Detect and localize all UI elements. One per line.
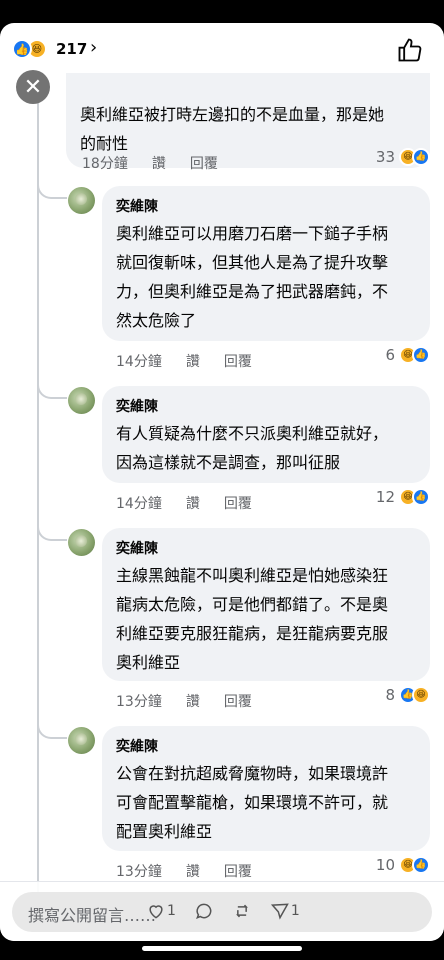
comment-input[interactable]: 撰寫公開留言…… 1 1 <box>12 892 432 932</box>
comments-screen: 👍 😆 217 › ✕ 奧利維亞被打時左邊扣的不是血量，那是她 的耐性 18分鐘… <box>0 23 444 941</box>
reaction-number: 10 <box>375 856 395 874</box>
send-icon[interactable]: 1 <box>270 901 300 921</box>
reply-connector <box>37 375 67 399</box>
reply-reaction-count[interactable]: 8 👍 😆 <box>385 686 430 704</box>
reaction-number: 12 <box>375 488 395 506</box>
reply-text: 主線黑蝕龍不叫奧利維亞是怕她感染狂 龍病太危險，可是他們都錯了。不是奧 利維亞要… <box>116 566 389 672</box>
reply-button[interactable]: 回覆 <box>190 153 218 173</box>
like-icon: 👍 <box>412 346 430 364</box>
reply-button[interactable]: 回覆 <box>224 861 252 881</box>
avatar[interactable] <box>68 727 95 754</box>
reply-connector <box>37 715 67 739</box>
comment-composer: 撰寫公開留言…… 1 1 <box>0 881 444 941</box>
like-button[interactable]: 讚 <box>152 153 166 173</box>
thumbs-up-icon[interactable] <box>396 36 424 64</box>
author-name[interactable]: 奕維陳 <box>116 538 158 558</box>
reply-actions: 13分鐘 讚 回覆 <box>116 691 252 711</box>
comment-time: 18分鐘 <box>82 156 128 172</box>
chevron-right-icon[interactable]: › <box>90 37 97 58</box>
author-name[interactable]: 奕維陳 <box>116 396 158 416</box>
reply-text: 公會在對抗超威脅魔物時，如果環境許 可會配置擊龍槍，如果環境不許可，就 配置奧利… <box>116 764 389 841</box>
reply-bubble[interactable]: 奕維陳 公會在對抗超威脅魔物時，如果環境許 可會配置擊龍槍，如果環境不許可，就 … <box>102 726 430 851</box>
close-icon[interactable]: ✕ <box>16 70 50 104</box>
reply-button[interactable]: 回覆 <box>224 493 252 513</box>
reply-time: 14分鐘 <box>116 354 162 370</box>
like-button[interactable]: 讚 <box>186 691 200 711</box>
reply-button[interactable]: 回覆 <box>224 351 252 371</box>
reply-time: 14分鐘 <box>116 496 162 512</box>
thread-line <box>37 103 39 903</box>
repost-icon[interactable] <box>232 901 252 921</box>
reaction-number: 8 <box>385 686 395 704</box>
reaction-icons[interactable]: 👍 😆 <box>12 39 47 59</box>
heart-icon[interactable]: 1 <box>146 901 176 921</box>
comment-text: 奧利維亞被打時左邊扣的不是血量，那是她 的耐性 <box>80 105 385 153</box>
reaction-count[interactable]: 217 <box>56 40 87 58</box>
reactions-header: 👍 😆 217 › <box>0 23 444 73</box>
composer-toolbar: 1 1 <box>146 901 300 921</box>
reaction-number: 6 <box>385 346 395 364</box>
comment-placeholder: 撰寫公開留言…… <box>28 906 157 925</box>
avatar[interactable] <box>68 187 95 214</box>
comment-icon[interactable] <box>194 901 214 921</box>
reply-actions: 13分鐘 讚 回覆 <box>116 861 252 881</box>
like-button[interactable]: 讚 <box>186 351 200 371</box>
reply-time: 13分鐘 <box>116 694 162 710</box>
reply-text: 奧利維亞可以用磨刀石磨一下鎚子手柄 就回復斬味，但其他人是為了提升攻擊 力，但奧… <box>116 224 389 330</box>
like-button[interactable]: 讚 <box>186 493 200 513</box>
avatar[interactable] <box>68 387 95 414</box>
like-button[interactable]: 讚 <box>186 861 200 881</box>
reply-text: 有人質疑為什麼不只派奧利維亞就好， 因為這樣就不是調查，那叫征服 <box>116 424 389 472</box>
comment-actions: 18分鐘 讚 回覆 <box>82 153 218 173</box>
like-icon: 👍 <box>412 856 430 874</box>
reply-actions: 14分鐘 讚 回覆 <box>116 351 252 371</box>
reaction-number: 33 <box>375 148 395 166</box>
reply-bubble[interactable]: 奕維陳 奧利維亞可以用磨刀石磨一下鎚子手柄 就回復斬味，但其他人是為了提升攻擊 … <box>102 186 430 341</box>
home-indicator[interactable] <box>142 946 302 951</box>
reply-reaction-count[interactable]: 12 😆 👍 <box>376 488 430 506</box>
like-count: 1 <box>167 903 176 919</box>
like-icon: 👍 <box>412 148 430 166</box>
like-icon: 👍 <box>412 488 430 506</box>
reply-reaction-count[interactable]: 6 😆 👍 <box>385 346 430 364</box>
haha-icon: 😆 <box>412 686 430 704</box>
author-name[interactable]: 奕維陳 <box>116 196 158 216</box>
reply-bubble[interactable]: 奕維陳 主線黑蝕龍不叫奧利維亞是怕她感染狂 龍病太危險，可是他們都錯了。不是奧 … <box>102 528 430 681</box>
reply-bubble[interactable]: 奕維陳 有人質疑為什麼不只派奧利維亞就好， 因為這樣就不是調查，那叫征服 <box>102 386 430 483</box>
share-count: 1 <box>290 903 300 919</box>
reply-reaction-count[interactable]: 10 😆 👍 <box>376 856 430 874</box>
reply-actions: 14分鐘 讚 回覆 <box>116 493 252 513</box>
author-name[interactable]: 奕維陳 <box>116 736 158 756</box>
reply-time: 13分鐘 <box>116 864 162 880</box>
reply-button[interactable]: 回覆 <box>224 691 252 711</box>
reply-connector <box>37 517 67 541</box>
avatar[interactable] <box>68 529 95 556</box>
comment-reaction-count[interactable]: 33 😆 👍 <box>376 148 430 166</box>
like-reaction-icon: 👍 <box>12 39 32 59</box>
reply-connector <box>37 175 67 199</box>
